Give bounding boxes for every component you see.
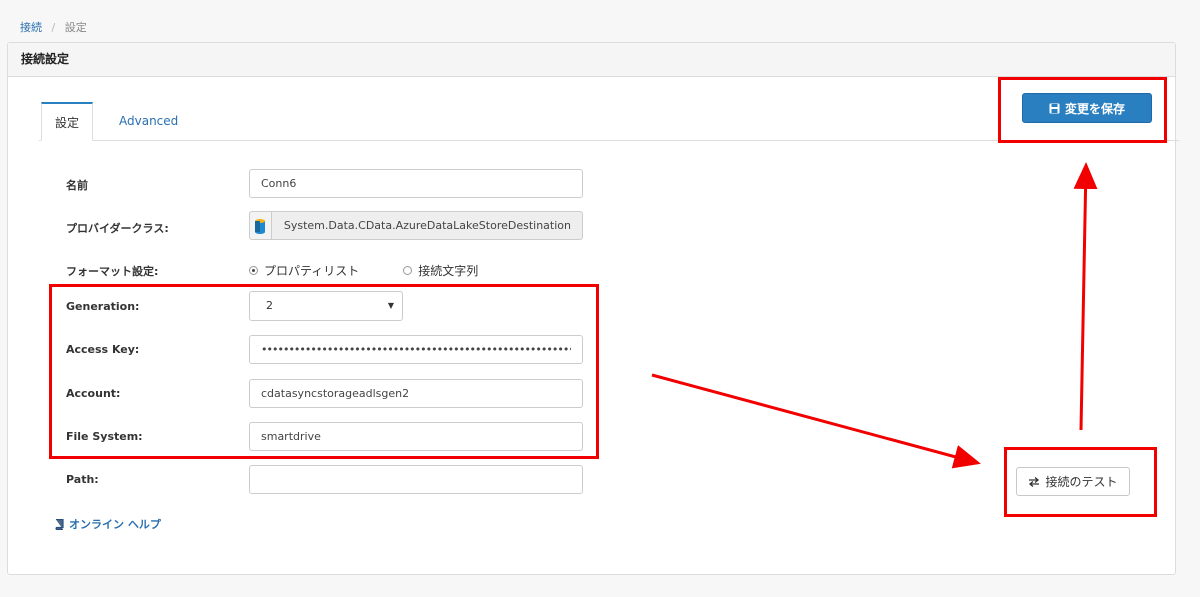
exchange-arrows-icon (1028, 476, 1040, 487)
breadcrumb-separator: / (51, 21, 56, 34)
breadcrumb: 接続 / 設定 (20, 19, 87, 35)
online-help-link[interactable]: オンライン ヘルプ (54, 516, 161, 532)
test-connection-label: 接続のテスト (1045, 475, 1118, 489)
provider-class-value: System.Data.CData.AzureDataLakeStoreDest… (283, 219, 571, 232)
panel-title: 接続設定 (8, 43, 1175, 77)
format-radio-connection-string[interactable]: 接続文字列 (403, 262, 478, 279)
save-changes-label: 変更を保存 (1064, 101, 1125, 116)
format-radio-group: プロパティリスト 接続文字列 (249, 262, 478, 279)
access-key-input[interactable] (249, 335, 583, 364)
radio-unchecked-icon (403, 266, 413, 275)
save-changes-button[interactable]: 変更を保存 (1022, 93, 1152, 123)
account-label: Account: (66, 387, 121, 400)
breadcrumb-connections-link[interactable]: 接続 (20, 21, 42, 34)
generation-label: Generation: (66, 300, 140, 313)
tab-settings[interactable]: 設定 (41, 102, 93, 141)
provider-class-label: プロバイダークラス: (66, 222, 169, 235)
path-label: Path: (66, 473, 99, 486)
provider-class-field: System.Data.CData.AzureDataLakeStoreDest… (249, 211, 583, 240)
format-option-label: 接続文字列 (418, 264, 479, 278)
name-label: 名前 (66, 179, 88, 192)
format-option-label: プロパティリスト (264, 264, 360, 278)
file-system-label: File System: (66, 430, 143, 443)
floppy-disk-icon (1049, 103, 1060, 114)
online-help-label: オンライン ヘルプ (69, 518, 161, 531)
format-radio-property-list[interactable]: プロパティリスト (249, 262, 359, 279)
file-system-input[interactable] (249, 422, 583, 451)
book-icon (54, 518, 64, 530)
format-settings-label: フォーマット設定: (66, 265, 159, 278)
database-cylinder-icon (250, 212, 272, 239)
test-connection-button[interactable]: 接続のテスト (1016, 467, 1130, 496)
access-key-label: Access Key: (66, 343, 140, 356)
breadcrumb-current: 設定 (64, 21, 87, 34)
tab-bar: 設定 Advanced (39, 102, 1179, 141)
radio-checked-icon (249, 266, 258, 275)
generation-value: 2 (266, 299, 273, 312)
generation-select[interactable]: 2 ▼ (249, 291, 403, 321)
path-input[interactable] (249, 465, 583, 494)
name-input[interactable] (249, 169, 583, 198)
tab-advanced[interactable]: Advanced (119, 102, 178, 140)
connection-settings-panel: 接続設定 設定 Advanced 変更を保存 名前 プロバイダークラス: Sys… (7, 42, 1179, 575)
account-input[interactable] (249, 379, 583, 408)
caret-down-icon: ▼ (387, 301, 394, 310)
